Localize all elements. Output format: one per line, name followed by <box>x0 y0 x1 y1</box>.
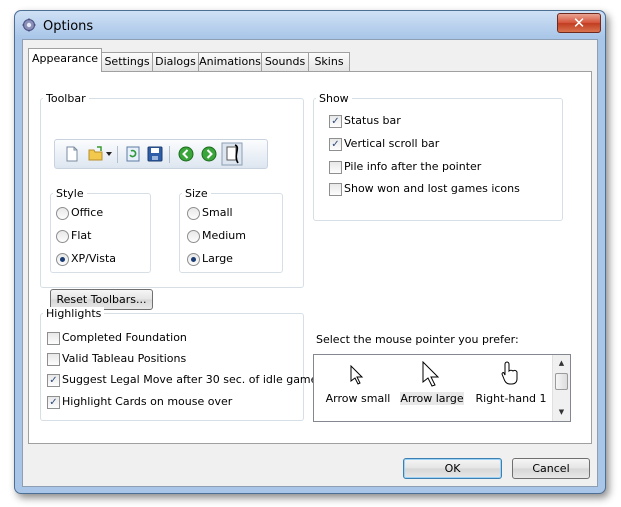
show-group-label: Show <box>316 92 352 105</box>
tab-label: Appearance <box>31 52 99 65</box>
tab-settings[interactable]: Settings <box>101 52 153 71</box>
window-title: Options <box>43 19 94 34</box>
size-small-label: Small <box>202 206 233 219</box>
close-icon: ✕ <box>572 14 586 32</box>
dialog-client-area: Appearance Settings Dialogs Animations S… <box>22 39 598 487</box>
valid-tableau-positions-label: Valid Tableau Positions <box>62 352 187 365</box>
tab-sounds[interactable]: Sounds <box>261 52 309 71</box>
pile-info-label: Pile info after the pointer <box>344 160 482 173</box>
pointer-option-right-hand[interactable]: Right-hand 1 <box>472 361 550 417</box>
suggest-legal-move-label: Suggest Legal Move after 30 sec. of idle… <box>62 373 318 386</box>
gear-icon <box>22 18 36 32</box>
cancel-button[interactable]: Cancel <box>512 458 590 479</box>
pile-info-checkbox[interactable] <box>329 161 342 174</box>
completed-foundation-checkbox[interactable] <box>47 332 60 345</box>
size-medium-radio[interactable] <box>187 230 200 243</box>
scrollbar-thumb[interactable] <box>555 373 568 390</box>
pointer-option-arrow-small[interactable]: Arrow small <box>322 361 394 417</box>
arrow-small-pointer-icon <box>350 365 364 385</box>
size-medium-label: Medium <box>202 229 246 242</box>
dropdown-arrow-icon[interactable] <box>106 152 112 157</box>
pointer-list[interactable]: Arrow small Arrow large Right-hand 1 ▲ ▼ <box>313 354 571 422</box>
toolbar-separator <box>117 146 118 163</box>
suggest-legal-move-checkbox[interactable]: ✓ <box>47 374 60 387</box>
status-bar-checkbox[interactable]: ✓ <box>329 115 342 128</box>
tab-label: Dialogs <box>155 55 196 68</box>
highlights-group-label: Highlights <box>43 307 105 320</box>
style-xp-vista-label: XP/Vista <box>71 252 116 265</box>
size-large-radio[interactable] <box>187 253 200 266</box>
tab-dialogs[interactable]: Dialogs <box>152 52 199 71</box>
title-bar[interactable]: Options ✕ <box>15 11 605 38</box>
tab-skins[interactable]: Skins <box>308 52 350 71</box>
refresh-icon <box>126 146 140 162</box>
highlight-cards-checkbox[interactable]: ✓ <box>47 396 60 409</box>
options-dialog: Options ✕ Appearance Settings Dialogs An… <box>14 10 606 494</box>
new-document-icon <box>66 146 78 162</box>
toolbar-preview <box>54 139 268 169</box>
vertical-scroll-bar-checkbox[interactable]: ✓ <box>329 138 342 151</box>
style-flat-radio[interactable] <box>56 230 69 243</box>
toolbar-separator <box>169 146 170 163</box>
arrow-large-pointer-icon <box>422 361 440 387</box>
save-icon <box>147 146 163 162</box>
size-large-label: Large <box>202 252 233 265</box>
right-hand-pointer-icon <box>501 361 518 385</box>
valid-tableau-positions-checkbox[interactable] <box>47 353 60 366</box>
pointer-prompt: Select the mouse pointer you prefer: <box>316 333 519 346</box>
appearance-panel: Toolbar Style Office Flat XP/Vista Size … <box>28 71 592 444</box>
toolbar-group-label: Toolbar <box>43 92 89 105</box>
style-group-label: Style <box>53 187 87 200</box>
style-office-label: Office <box>71 206 104 219</box>
tab-label: Skins <box>314 55 344 68</box>
style-office-radio[interactable] <box>56 207 69 220</box>
scroll-up-icon[interactable]: ▲ <box>553 356 570 370</box>
open-folder-icon <box>88 146 103 161</box>
style-flat-label: Flat <box>71 229 92 242</box>
pointer-option-label: Right-hand 1 <box>475 392 547 405</box>
style-xp-vista-radio[interactable] <box>56 253 69 266</box>
tab-label: Settings <box>104 55 150 68</box>
status-bar-label: Status bar <box>344 114 401 127</box>
solitaire-cards-icon <box>221 142 243 166</box>
show-won-lost-icons-label: Show won and lost games icons <box>344 182 520 195</box>
tab-label: Sounds <box>264 55 306 68</box>
size-small-radio[interactable] <box>187 207 200 220</box>
close-button[interactable]: ✕ <box>557 13 601 33</box>
ok-button[interactable]: OK <box>403 458 502 479</box>
pointer-list-scrollbar[interactable]: ▲ ▼ <box>552 355 570 421</box>
pointer-option-label: Arrow large <box>400 392 464 405</box>
pointer-option-label: Arrow small <box>325 392 391 405</box>
size-group-label: Size <box>182 187 211 200</box>
show-won-lost-icons-checkbox[interactable] <box>329 183 342 196</box>
tab-label: Animations <box>199 55 261 68</box>
forward-arrow-icon <box>201 146 217 162</box>
back-arrow-icon <box>178 146 194 162</box>
pointer-option-arrow-large[interactable]: Arrow large <box>400 361 464 417</box>
scroll-down-icon[interactable]: ▼ <box>553 405 570 419</box>
tab-animations[interactable]: Animations <box>198 52 262 71</box>
tab-appearance[interactable]: Appearance <box>28 48 102 72</box>
completed-foundation-label: Completed Foundation <box>62 331 187 344</box>
highlight-cards-label: Highlight Cards on mouse over <box>62 395 233 408</box>
vertical-scroll-bar-label: Vertical scroll bar <box>344 137 440 150</box>
